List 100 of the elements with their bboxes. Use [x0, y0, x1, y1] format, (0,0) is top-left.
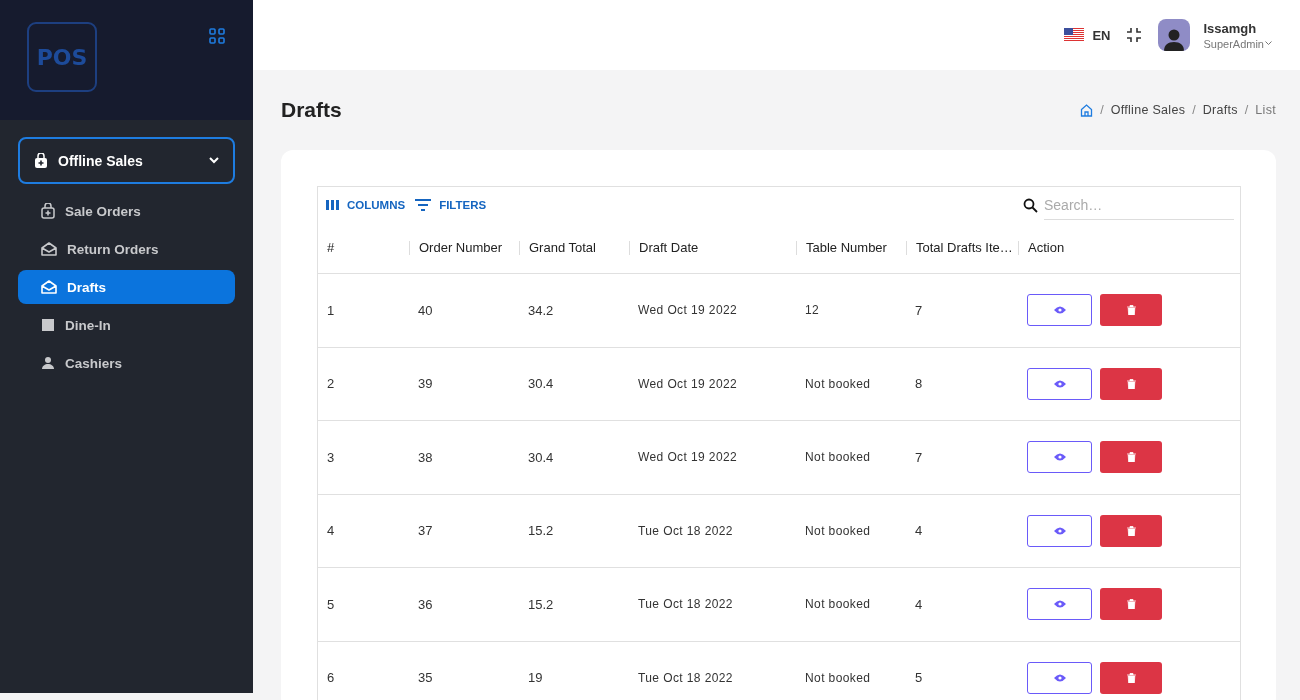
table-cell-text: 34.2	[527, 302, 555, 318]
bag-icon	[34, 152, 48, 169]
columns-icon	[326, 200, 339, 210]
chevron-icon	[209, 157, 219, 164]
eye-icon	[1053, 600, 1066, 609]
flag-icon	[1064, 28, 1085, 42]
view-button[interactable]	[1027, 514, 1092, 547]
columns-button[interactable]: COLUMNS	[326, 199, 406, 211]
envelope-icon	[41, 280, 57, 294]
table-cell-text: 36	[417, 596, 434, 612]
eye-icon	[1053, 453, 1066, 462]
filters-button[interactable]: FILTERS	[415, 199, 487, 211]
delete-button[interactable]	[1100, 441, 1162, 474]
table-cell-text: Wed Oct 19 2022	[637, 303, 739, 318]
table-cell-text: 2	[326, 376, 336, 392]
table-cell-text: 5	[914, 670, 924, 686]
eye-icon	[1053, 526, 1066, 535]
column-header[interactable]: Table Number	[796, 241, 906, 255]
grid-icon[interactable]	[209, 28, 225, 44]
view-button[interactable]	[1027, 294, 1092, 327]
delete-button[interactable]	[1100, 661, 1162, 694]
view-button[interactable]	[1027, 441, 1092, 474]
square-icon	[41, 318, 55, 332]
sidebar-item[interactable]: Return Orders	[18, 232, 235, 266]
column-header[interactable]: Grand Total	[519, 241, 629, 255]
table-cell-text: 30.4	[527, 449, 555, 465]
menu-group[interactable]: Offline Sales	[18, 137, 235, 184]
column-header[interactable]: Total Drafts Ite…	[906, 241, 1018, 255]
search-icon	[1023, 197, 1038, 213]
table-cell-text: 7	[914, 302, 924, 318]
table-cell-text: 5	[326, 596, 336, 612]
view-button[interactable]	[1027, 588, 1092, 621]
eye-icon	[1053, 379, 1066, 388]
table-cell-text: Wed Oct 19 2022	[637, 376, 739, 391]
table-cell-text: 6	[326, 670, 336, 686]
table-cell-text: 12	[804, 303, 821, 318]
table-cell-text: Tue Oct 18 2022	[637, 597, 734, 612]
avatar[interactable]	[1158, 19, 1191, 51]
table-cell-text: 15.2	[527, 596, 555, 612]
table-cell-text: 30.4	[527, 376, 555, 392]
trash-icon	[1126, 525, 1136, 536]
bag-icon	[41, 203, 55, 219]
sidebar-item[interactable]: Drafts	[18, 270, 235, 304]
table-cell-text: Not booked	[804, 597, 872, 612]
table-cell-text: 8	[914, 376, 924, 392]
view-button[interactable]	[1027, 367, 1092, 400]
delete-button[interactable]	[1100, 514, 1162, 547]
table-cell-text: 38	[417, 449, 434, 465]
trash-icon	[1126, 305, 1136, 316]
view-button[interactable]	[1027, 661, 1092, 694]
table-cell-text: Not booked	[804, 670, 872, 685]
table-cell-text: 40	[417, 302, 434, 318]
breadcrumb-link[interactable]: Drafts	[1202, 103, 1238, 117]
delete-button[interactable]	[1100, 588, 1162, 621]
table-cell-text: 37	[417, 523, 434, 539]
envelope-icon	[41, 242, 57, 256]
table-cell-text: Not booked	[804, 376, 872, 391]
table-cell-text: 7	[914, 449, 924, 465]
column-header[interactable]: Action	[1018, 241, 1240, 255]
sidebar-item[interactable]: Dine-In	[18, 308, 235, 342]
table-cell-text: 15.2	[527, 523, 555, 539]
trash-icon	[1126, 672, 1136, 683]
table-cell-text: 19	[527, 670, 544, 686]
delete-button[interactable]	[1100, 367, 1162, 400]
table-cell-text: Not booked	[804, 523, 872, 538]
column-header[interactable]: #	[318, 241, 409, 255]
table-cell-text: 4	[914, 596, 924, 612]
trash-icon	[1126, 452, 1136, 463]
column-header[interactable]: Draft Date	[629, 241, 796, 255]
table-cell-text: 39	[417, 376, 434, 392]
filter-icon	[415, 199, 432, 211]
sidebar-item[interactable]: Cashiers	[18, 346, 235, 380]
breadcrumb-link[interactable]: List	[1255, 103, 1276, 117]
breadcrumb-separator: /	[1100, 103, 1104, 117]
table-cell-text: 4	[914, 523, 924, 539]
chevron-icon	[1265, 41, 1272, 46]
delete-button[interactable]	[1100, 294, 1162, 327]
breadcrumb-separator: /	[1192, 103, 1196, 117]
trash-icon	[1126, 378, 1136, 389]
table-cell-text: Wed Oct 19 2022	[637, 450, 739, 465]
trash-icon	[1126, 599, 1136, 610]
logo: POS	[27, 22, 97, 92]
breadcrumb-separator: /	[1244, 103, 1249, 117]
table-cell-text: Tue Oct 18 2022	[637, 523, 734, 538]
table-cell-text: 3	[326, 449, 336, 465]
table-cell-text: Not booked	[804, 450, 872, 465]
person-icon	[41, 356, 55, 370]
home-icon[interactable]	[1080, 103, 1094, 117]
column-header[interactable]: Order Number	[409, 241, 519, 255]
breadcrumb-link[interactable]: Offline Sales	[1110, 103, 1186, 117]
table-cell-text: 35	[417, 670, 434, 686]
eye-icon	[1053, 673, 1066, 682]
user-name: Issamgh	[1203, 20, 1258, 36]
eye-icon	[1053, 306, 1066, 315]
table-cell-text: 4	[326, 523, 336, 539]
page-title: Drafts	[281, 98, 342, 122]
exit-fullscreen-icon[interactable]	[1126, 27, 1143, 43]
language-selector[interactable]: EN	[1064, 27, 1111, 43]
user-role-dropdown[interactable]: SuperAdmin	[1203, 37, 1272, 50]
sidebar-item[interactable]: Sale Orders	[18, 194, 235, 228]
